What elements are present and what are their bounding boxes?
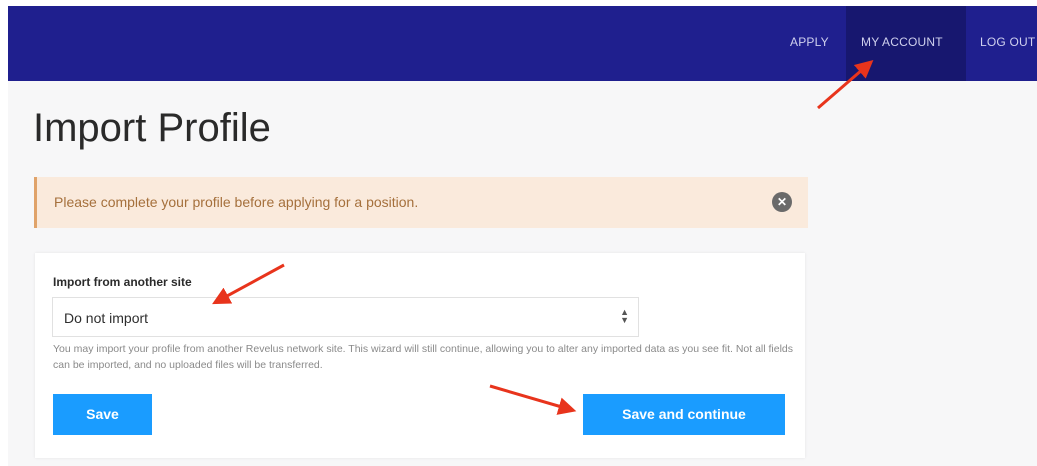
top-navbar: APPLY MY ACCOUNT LOG OUT <box>8 6 1037 81</box>
import-site-select[interactable]: Do not import ▲ ▼ <box>52 297 639 337</box>
close-icon[interactable]: ✕ <box>772 192 792 212</box>
import-field-label: Import from another site <box>53 275 192 289</box>
page: APPLY MY ACCOUNT LOG OUT Import Profile … <box>8 6 1037 466</box>
nav-my-account-link[interactable]: MY ACCOUNT <box>861 6 943 81</box>
import-card: Import from another site Do not import ▲… <box>35 253 805 458</box>
save-and-continue-button[interactable]: Save and continue <box>583 394 785 435</box>
page-title: Import Profile <box>33 106 271 150</box>
alert-message: Please complete your profile before appl… <box>54 194 419 210</box>
import-select-value: Do not import <box>64 310 149 326</box>
nav-log-out-link[interactable]: LOG OUT <box>980 6 1035 81</box>
import-help-text: You may import your profile from another… <box>53 343 794 371</box>
profile-alert: Please complete your profile before appl… <box>34 177 808 228</box>
nav-apply-link[interactable]: APPLY <box>790 6 829 81</box>
save-button[interactable]: Save <box>53 394 152 435</box>
select-arrows-icon: ▲ ▼ <box>620 307 629 325</box>
